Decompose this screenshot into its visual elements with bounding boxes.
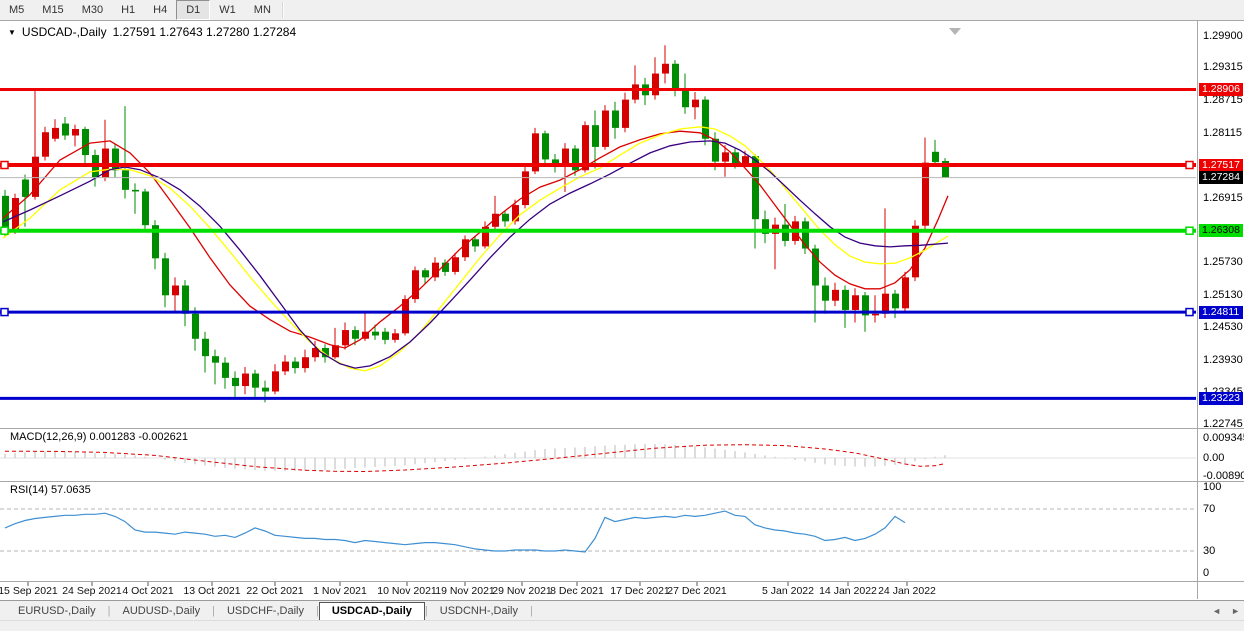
price-axis-label: 1.29900 <box>1203 30 1243 42</box>
price-axis-label: 1.29315 <box>1203 61 1243 73</box>
date-axis-label: 4 Oct 2021 <box>122 585 173 597</box>
date-axis-label: 5 Jan 2022 <box>762 585 814 597</box>
date-axis-label: 19 Nov 2021 <box>435 585 495 597</box>
date-axis-label: 29 Nov 2021 <box>492 585 552 597</box>
rsi-indicator-label: RSI(14) 57.0635 <box>10 484 91 496</box>
macd-panel-group <box>0 444 1196 471</box>
rsi-axis-label: 0 <box>1203 567 1209 579</box>
date-axis-label: 22 Oct 2021 <box>246 585 303 597</box>
rsi-panel-group <box>0 509 1196 552</box>
price-level-badge: 1.24811 <box>1199 306 1243 319</box>
macd-indicator-label: MACD(12,26,9) 0.001283 -0.002621 <box>10 431 188 443</box>
price-level-badge: 1.23223 <box>1199 392 1243 405</box>
price-axis-label: 1.24530 <box>1203 321 1243 333</box>
date-axis-label: 15 Sep 2021 <box>0 585 58 597</box>
chart-canvas[interactable] <box>0 0 1244 631</box>
date-axis-label: 1 Nov 2021 <box>313 585 367 597</box>
tab-scroll-right-icon[interactable]: ► <box>1231 606 1240 616</box>
date-axis-label: 24 Jan 2022 <box>878 585 936 597</box>
tab-scroll-arrows: ◄ ► <box>1212 606 1240 616</box>
rsi-axis-label: 100 <box>1203 481 1221 493</box>
symbol-tab-eurusd[interactable]: EURUSD-,Daily <box>6 603 108 620</box>
date-axis-label: 8 Dec 2021 <box>550 585 604 597</box>
price-axis-label: 1.26915 <box>1203 192 1243 204</box>
date-axis-label: 10 Nov 2021 <box>377 585 437 597</box>
price-axis-label: 1.25730 <box>1203 256 1243 268</box>
price-axis-label: 1.28115 <box>1203 127 1242 139</box>
symbol-tab-usdchf[interactable]: USDCHF-,Daily <box>215 603 316 620</box>
status-strip <box>0 620 1244 631</box>
symbol-tab-usdcad[interactable]: USDCAD-,Daily <box>319 602 425 621</box>
date-axis-label: 24 Sep 2021 <box>62 585 122 597</box>
macd-axis-label: 0.009345 <box>1203 432 1244 444</box>
date-axis-label: 27 Dec 2021 <box>667 585 727 597</box>
price-level-badge: 1.27284 <box>1199 171 1243 184</box>
date-axis-label: 17 Dec 2021 <box>610 585 670 597</box>
price-level-badge: 1.28906 <box>1199 83 1243 96</box>
trading-terminal-window: M5M15M30H1H4D1W1MN ▼ USDCAD-,Daily 1.275… <box>0 0 1244 631</box>
price-axis-label: 1.23930 <box>1203 354 1243 366</box>
price-axis-label: 1.25130 <box>1203 289 1243 301</box>
rsi-axis-label: 70 <box>1203 503 1215 515</box>
tab-scroll-left-icon[interactable]: ◄ <box>1212 606 1221 616</box>
symbol-tab-usdcnh[interactable]: USDCNH-,Daily <box>428 603 530 620</box>
candles-group <box>2 45 949 402</box>
macd-axis-label: 0.00 <box>1203 452 1224 464</box>
price-level-badge: 1.27517 <box>1199 159 1243 172</box>
symbol-tab-bar: EURUSD-,Daily|AUDUSD-,Daily|USDCHF-,Dail… <box>0 600 1244 620</box>
rsi-axis-label: 30 <box>1203 545 1215 557</box>
date-axis-label: 13 Oct 2021 <box>183 585 240 597</box>
symbol-tab-audusd[interactable]: AUDUSD-,Daily <box>110 603 212 620</box>
tab-separator: | <box>530 605 533 620</box>
date-axis-label: 14 Jan 2022 <box>819 585 877 597</box>
price-axis-label: 1.22745 <box>1203 418 1243 430</box>
price-level-badge: 1.26308 <box>1199 224 1243 237</box>
